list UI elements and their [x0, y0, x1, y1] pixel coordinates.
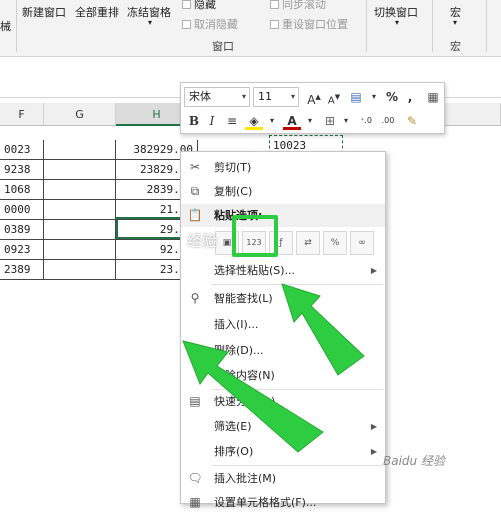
baidu-watermark: Baidu 经验 [383, 454, 445, 468]
annotation-arrows [182, 283, 365, 453]
arrow-annotation [281, 283, 365, 376]
arrow-annotation [182, 340, 324, 453]
